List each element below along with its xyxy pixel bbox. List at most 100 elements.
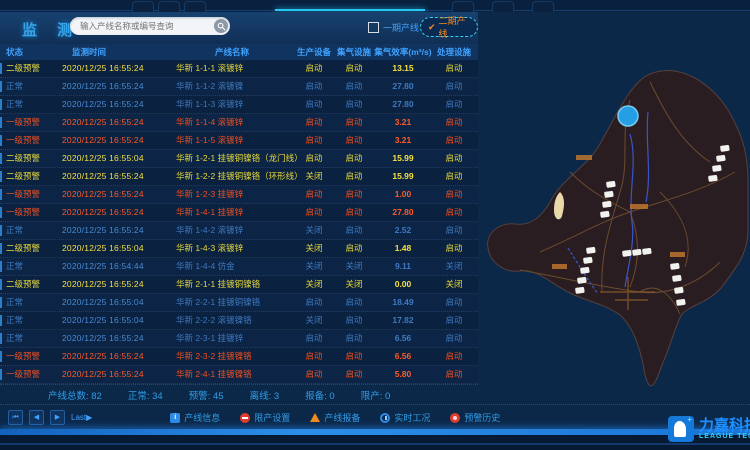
prev-page-button[interactable]: ◀ — [29, 410, 44, 425]
cell-eff: 15.99 — [374, 172, 432, 181]
map-site-marker[interactable] — [580, 267, 590, 274]
table-row[interactable]: 一级预警2020/12/25 16:55:24华新 1-1-4 滚镀锌启动启动3… — [0, 114, 478, 132]
map-site-marker[interactable] — [716, 155, 726, 162]
col-gas: 集气设施 — [334, 44, 374, 60]
cell-name: 华新 1-1-2 滚镀镍 — [170, 82, 294, 91]
cell-prod: 启动 — [294, 118, 334, 127]
search-icon[interactable] — [214, 19, 228, 33]
cell-treat: 启动 — [432, 82, 476, 91]
table-row[interactable]: 一级预警2020/12/25 16:55:24华新 1-4-1 挂镀锌启动启动2… — [0, 204, 478, 222]
first-page-button[interactable]: ⏮ — [8, 410, 23, 425]
table-row[interactable]: 正常2020/12/25 16:55:24华新 1-1-2 滚镀镍启动启动27.… — [0, 78, 478, 96]
top-decoration-bar — [0, 0, 750, 12]
产线信息-button[interactable]: i产线信息 — [170, 411, 220, 424]
map-site-marker[interactable] — [622, 250, 632, 257]
cell-treat: 启动 — [432, 352, 476, 361]
限产设置-button[interactable]: 限产设置 — [240, 411, 290, 424]
map-beacon-marker[interactable] — [618, 106, 638, 126]
table-row[interactable]: 二级预警2020/12/25 16:55:04华新 1-4-3 滚镀锌关闭启动1… — [0, 240, 478, 258]
table-row[interactable]: 正常2020/12/25 16:55:24华新 1-4-2 滚镀锌关闭启动2.5… — [0, 222, 478, 240]
map-site-marker[interactable] — [575, 287, 585, 294]
cell-gas: 启动 — [334, 190, 374, 199]
cell-eff: 18.49 — [374, 298, 432, 307]
map-site-marker[interactable] — [676, 299, 686, 306]
cell-time: 2020/12/25 16:55:04 — [54, 154, 170, 163]
last-page-button[interactable]: Last▶ — [71, 413, 92, 422]
实时工况-button[interactable]: 实时工况 — [380, 411, 430, 424]
cell-name: 华新 1-4-2 滚镀锌 — [170, 226, 294, 235]
map-area-label — [552, 264, 567, 269]
cell-status: 一级预警 — [0, 136, 54, 145]
map-site-marker[interactable] — [670, 263, 680, 270]
cell-status: 正常 — [0, 334, 54, 343]
map-site-marker[interactable] — [672, 275, 682, 282]
toolbar-button-label: 预警历史 — [464, 411, 500, 424]
table-row[interactable]: 一级预警2020/12/25 16:55:24华新 1-2-3 挂镀锌启动启动1… — [0, 186, 478, 204]
预警历史-button[interactable]: 预警历史 — [450, 411, 500, 424]
table-row[interactable]: 正常2020/12/25 16:54:44华新 1-4-4 仿金关闭关闭9.11… — [0, 258, 478, 276]
cell-eff: 6.56 — [374, 334, 432, 343]
next-page-button[interactable]: ▶ — [50, 410, 65, 425]
map-site-marker[interactable] — [708, 175, 718, 182]
table-row[interactable]: 一级预警2020/12/25 16:55:24华新 2-3-2 挂镀镍铬启动启动… — [0, 348, 478, 366]
cell-treat: 启动 — [432, 64, 476, 73]
cell-status: 二级预警 — [0, 280, 54, 289]
table-row[interactable]: 正常2020/12/25 16:55:04华新 2-2-2 滚镀镍铬关闭启动17… — [0, 312, 478, 330]
map-site-marker[interactable] — [583, 257, 593, 264]
checkbox-icon[interactable] — [368, 22, 379, 33]
table-row[interactable]: 正常2020/12/25 16:55:24华新 2-3-1 挂镀锌启动启动6.5… — [0, 330, 478, 348]
top-tab-decoration — [452, 1, 474, 12]
map-site-marker[interactable] — [600, 211, 610, 218]
cell-time: 2020/12/25 16:54:44 — [54, 262, 170, 271]
top-tab-decoration — [184, 1, 206, 12]
map-site-marker[interactable] — [602, 201, 612, 208]
table-row[interactable]: 一级预警2020/12/25 16:55:24华新 2-4-1 挂镀镍铬启动启动… — [0, 366, 478, 384]
phase2-button[interactable]: ✔ 二期产线 — [420, 17, 478, 37]
search-input[interactable] — [70, 21, 214, 31]
cell-status: 一级预警 — [0, 190, 54, 199]
cell-eff: 1.48 — [374, 244, 432, 253]
map-site-marker[interactable] — [604, 191, 614, 198]
cell-time: 2020/12/25 16:55:24 — [54, 208, 170, 217]
cell-gas: 启动 — [334, 172, 374, 181]
产线报备-button[interactable]: 产线报备 — [310, 411, 360, 424]
cell-treat: 启动 — [432, 226, 476, 235]
table-row[interactable]: 二级预警2020/12/25 16:55:24华新 1-1-1 滚镀锌启动启动1… — [0, 60, 478, 78]
cell-prod: 启动 — [294, 370, 334, 379]
toolbar-buttons: i产线信息 限产设置 产线报备 实时工况 预警历史 — [170, 411, 500, 424]
phase1-checkbox[interactable]: 一期产线 — [368, 21, 419, 34]
table-row[interactable]: 一级预警2020/12/25 16:55:24华新 1-1-5 滚镀锌启动启动3… — [0, 132, 478, 150]
map-site-marker[interactable] — [606, 181, 616, 188]
cell-status: 正常 — [0, 298, 54, 307]
map-site-marker[interactable] — [632, 249, 642, 256]
cell-prod: 启动 — [294, 136, 334, 145]
map-site-marker[interactable] — [712, 165, 722, 172]
top-tab-decoration — [492, 1, 514, 12]
cell-time: 2020/12/25 16:55:24 — [54, 64, 170, 73]
table-row[interactable]: 正常2020/12/25 16:55:04华新 2-2-1 挂镀铜镍铬启动启动1… — [0, 294, 478, 312]
map-site-marker[interactable] — [674, 287, 684, 294]
cell-time: 2020/12/25 16:55:04 — [54, 298, 170, 307]
cell-prod: 关闭 — [294, 262, 334, 271]
cell-name: 华新 1-1-3 滚镀锌 — [170, 100, 294, 109]
search-box[interactable] — [70, 17, 230, 35]
map[interactable] — [480, 52, 750, 397]
cell-time: 2020/12/25 16:55:24 — [54, 100, 170, 109]
map-site-marker[interactable] — [720, 145, 730, 152]
cell-name: 华新 2-4-1 挂镀镍铬 — [170, 370, 294, 379]
cell-name: 华新 2-3-2 挂镀镍铬 — [170, 352, 294, 361]
cell-prod: 关闭 — [294, 172, 334, 181]
table-row[interactable]: 二级预警2020/12/25 16:55:04华新 1-2-1 挂镀铜镍铬（龙门… — [0, 150, 478, 168]
table-header: 状态 监测时间 产线名称 生产设备 集气设施 集气效率(m³/s) 处理设施 — [0, 44, 478, 61]
cell-gas: 启动 — [334, 118, 374, 127]
logo-en-text: LEAGUE TECH — [699, 433, 750, 440]
map-site-marker[interactable] — [577, 277, 587, 284]
cell-eff: 1.00 — [374, 190, 432, 199]
map-site-marker[interactable] — [586, 247, 596, 254]
map-site-marker[interactable] — [642, 248, 652, 255]
cell-eff: 0.00 — [374, 280, 432, 289]
table-row[interactable]: 正常2020/12/25 16:55:24华新 1-1-3 滚镀锌启动启动27.… — [0, 96, 478, 114]
table-row[interactable]: 二级预警2020/12/25 16:55:24华新 1-2-2 挂镀铜镍铬（环形… — [0, 168, 478, 186]
table-row[interactable]: 二级预警2020/12/25 16:55:24华新 2-1-1 挂镀铜镍铬关闭关… — [0, 276, 478, 294]
cell-name: 华新 1-1-4 滚镀锌 — [170, 118, 294, 127]
